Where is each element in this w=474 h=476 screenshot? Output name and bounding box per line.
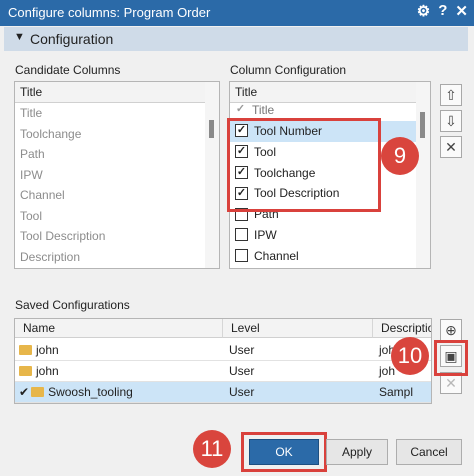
saved-config-level: User bbox=[229, 343, 255, 357]
candidate-columns-list[interactable]: Title Title Toolchange Path IPW Channel Tool T… bbox=[14, 81, 220, 269]
checkbox-unchecked-icon[interactable] bbox=[235, 249, 248, 263]
saved-config-level: User bbox=[229, 385, 255, 399]
move-down-button[interactable]: ⇩ bbox=[440, 110, 462, 132]
saved-config-name: john bbox=[36, 364, 59, 378]
new-configuration-button[interactable]: ⊕ bbox=[440, 319, 462, 341]
config-item-label: IPW bbox=[254, 228, 277, 242]
user-folder-icon bbox=[31, 386, 45, 397]
col-description[interactable]: Descriptio bbox=[373, 319, 431, 338]
saved-config-level: User bbox=[229, 364, 255, 378]
window-title: Configure columns: Program Order bbox=[8, 5, 211, 20]
cancel-button[interactable]: Cancel bbox=[396, 439, 462, 465]
candidate-list-item[interactable]: Title bbox=[15, 103, 42, 124]
apply-button[interactable]: Apply bbox=[326, 439, 388, 465]
gear-icon[interactable]: ⚙ bbox=[417, 2, 430, 20]
step-badge-11: 11 bbox=[193, 430, 231, 468]
config-item-label: Title bbox=[252, 103, 275, 117]
step-badge-10: 10 bbox=[391, 337, 429, 375]
saved-config-name-cell: ✔ Swoosh_tooling bbox=[15, 382, 223, 402]
remove-column-button[interactable]: ✕ bbox=[440, 136, 462, 158]
saved-config-name: Swoosh_tooling bbox=[48, 385, 133, 399]
saved-config-name: john bbox=[36, 343, 59, 357]
saved-configurations-grid[interactable]: Name Level Descriptio john User joh john Use… bbox=[14, 318, 432, 404]
user-folder-icon bbox=[19, 344, 32, 355]
user-folder-icon bbox=[19, 365, 32, 376]
candidate-list-item[interactable]: Tool bbox=[15, 206, 42, 227]
saved-config-row[interactable]: john User joh bbox=[15, 340, 431, 361]
scrollbar[interactable] bbox=[205, 82, 219, 268]
candidate-header[interactable]: Title bbox=[15, 82, 205, 103]
config-list-item[interactable]: IPW bbox=[230, 225, 416, 246]
candidate-list-item[interactable]: Channel bbox=[15, 185, 65, 206]
candidate-list-item[interactable]: IPW bbox=[15, 165, 43, 186]
collapse-arrow-icon[interactable]: ▼ bbox=[14, 31, 25, 43]
checkbox-unchecked-icon[interactable] bbox=[235, 228, 248, 242]
checkbox-checked-icon[interactable]: ✓ bbox=[235, 104, 246, 115]
highlight-box-9 bbox=[227, 118, 381, 212]
config-item-label: Channel bbox=[254, 248, 299, 263]
saved-config-name-cell: john bbox=[15, 361, 223, 381]
saved-config-description: Sampl bbox=[379, 385, 414, 399]
close-icon[interactable]: ✕ bbox=[455, 2, 468, 20]
configuration-section-header[interactable]: ▼ Configuration bbox=[4, 27, 468, 51]
saved-config-row[interactable]: john User joh bbox=[15, 361, 431, 382]
highlight-box-10 bbox=[434, 340, 468, 376]
saved-config-name-cell: john bbox=[15, 340, 223, 360]
candidate-list-item[interactable]: Toolchange bbox=[15, 124, 81, 145]
column-configuration-label: Column Configuration bbox=[230, 63, 347, 77]
move-up-button[interactable]: ⇧ bbox=[440, 84, 462, 106]
config-list-item[interactable]: Channel bbox=[230, 246, 416, 267]
candidate-list-item[interactable]: Description bbox=[15, 247, 80, 268]
col-level[interactable]: Level bbox=[223, 319, 373, 338]
section-label: Configuration bbox=[30, 31, 114, 47]
col-name[interactable]: Name bbox=[15, 319, 223, 338]
saved-config-row[interactable]: ✔ Swoosh_tooling User Sampl bbox=[15, 382, 431, 403]
candidate-list-item[interactable]: Path bbox=[15, 144, 45, 165]
active-check-icon: ✔ bbox=[19, 385, 30, 399]
help-icon[interactable]: ? bbox=[438, 2, 447, 20]
title-bar: Configure columns: Program Order ⚙ ? ✕ bbox=[0, 0, 474, 26]
step-badge-9: 9 bbox=[381, 137, 419, 175]
ok-button[interactable]: OK bbox=[249, 439, 319, 465]
scrollbar[interactable] bbox=[416, 82, 430, 268]
saved-configurations-label: Saved Configurations bbox=[15, 298, 130, 312]
candidate-list-item[interactable]: Tool Description bbox=[15, 226, 105, 247]
candidate-columns-label: Candidate Columns bbox=[15, 63, 121, 77]
